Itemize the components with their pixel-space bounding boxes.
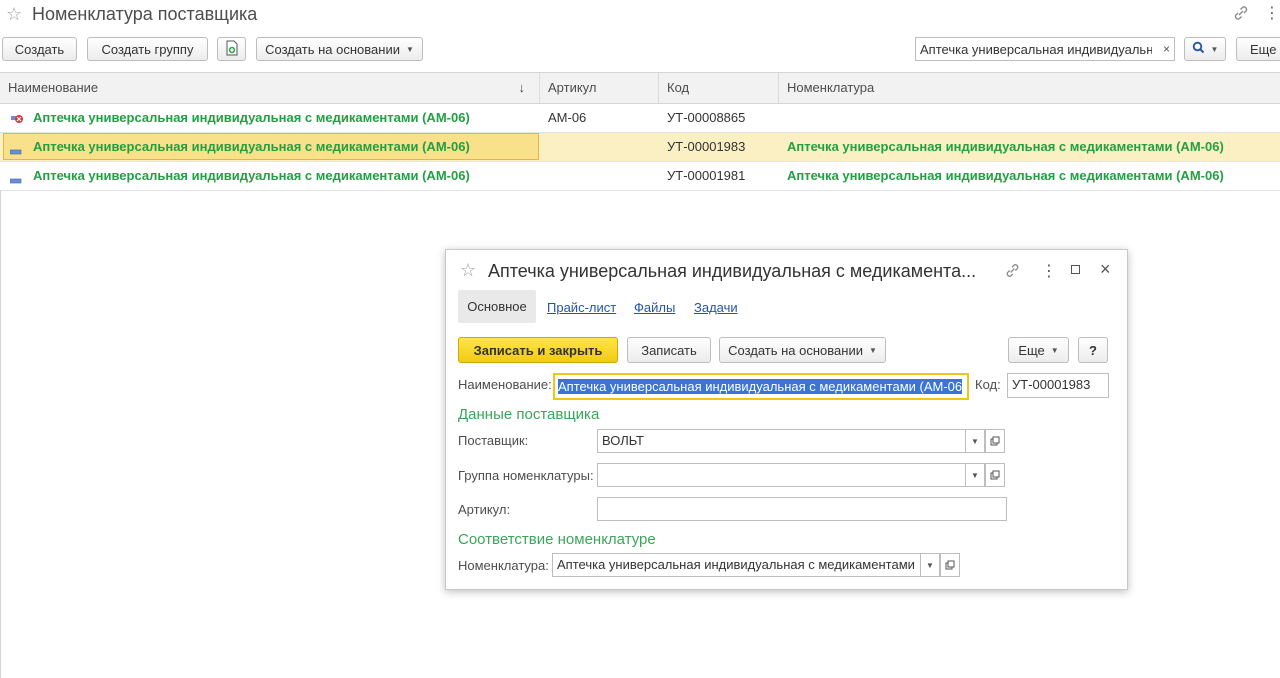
more-button[interactable]: Еще ▼ <box>1008 337 1069 363</box>
sort-arrow-icon: ↓ <box>518 80 526 95</box>
code-input[interactable]: УТ-00001983 <box>1007 373 1109 398</box>
row-code-cell: УТ-00001981 <box>667 168 746 183</box>
chevron-down-icon: ▼ <box>1210 44 1219 54</box>
row-article-cell <box>540 133 659 161</box>
create-based-on-button[interactable]: Создать на основании ▼ <box>256 37 423 61</box>
row-name-cell: Аптечка универсальная индивидуальная с м… <box>33 139 470 154</box>
row-article-cell: АМ-06 <box>548 110 587 125</box>
row-nomenclature-cell: Аптечка универсальная индивидуальная с м… <box>787 168 1224 183</box>
column-header-code[interactable]: Код <box>659 73 779 103</box>
group-input[interactable] <box>597 463 967 487</box>
table-header: Наименование ↓ Артикул Код Номенклатура <box>0 72 1280 104</box>
create-based-on-button[interactable]: Создать на основании ▼ <box>719 337 886 363</box>
maximize-icon[interactable] <box>1071 265 1080 274</box>
row-article-cell <box>540 162 659 190</box>
green-doc-icon <box>225 40 239 59</box>
supplier-open-icon[interactable] <box>985 429 1005 453</box>
article-input[interactable] <box>597 497 1007 521</box>
column-header-nomenclature[interactable]: Номенклатура <box>779 73 1280 103</box>
favorite-star-icon[interactable]: ☆ <box>460 260 476 281</box>
row-nomenclature-cell: Аптечка универсальная индивидуальная с м… <box>787 139 1224 154</box>
item-icon <box>9 172 22 187</box>
create-group-button[interactable]: Создать группу <box>87 37 208 61</box>
create-button[interactable]: Создать <box>2 37 77 61</box>
link-icon[interactable] <box>1004 262 1021 282</box>
help-button[interactable]: ? <box>1078 337 1108 363</box>
nomenclature-label: Номенклатура: <box>458 558 549 573</box>
item-form-dialog: ☆ Аптечка универсальная индивидуальная с… <box>445 249 1128 590</box>
more-label: Еще <box>1018 342 1045 358</box>
table-row[interactable]: Аптечка универсальная индивидуальная с м… <box>0 162 1280 191</box>
deleted-item-icon <box>10 112 24 127</box>
tab-main[interactable]: Основное <box>458 290 536 323</box>
search-button[interactable]: ▼ <box>1184 37 1226 61</box>
article-label: Артикул: <box>458 502 511 517</box>
nomenclature-dropdown-icon[interactable]: ▼ <box>920 553 940 577</box>
favorite-star-icon[interactable]: ☆ <box>6 4 22 25</box>
add-from-file-button[interactable] <box>217 37 246 61</box>
table-row[interactable]: Аптечка универсальная индивидуальная с м… <box>0 104 1280 133</box>
row-nomenclature-cell <box>779 104 1280 132</box>
column-header-article[interactable]: Артикул <box>540 73 659 103</box>
magnifier-icon <box>1192 41 1205 57</box>
close-icon[interactable]: × <box>1100 259 1111 280</box>
chevron-down-icon: ▼ <box>868 345 877 355</box>
search-input[interactable] <box>920 41 1152 57</box>
nomenclature-open-icon[interactable] <box>940 553 960 577</box>
clear-search-icon[interactable]: × <box>1163 42 1170 56</box>
name-input[interactable]: Аптечка универсальная индивидуальная с м… <box>553 373 969 400</box>
group-open-icon[interactable] <box>985 463 1005 487</box>
item-icon <box>9 143 22 158</box>
save-button[interactable]: Записать <box>627 337 711 363</box>
tab-files[interactable]: Файлы <box>634 300 675 315</box>
tab-tasks[interactable]: Задачи <box>694 300 738 315</box>
save-and-close-button[interactable]: Записать и закрыть <box>458 337 618 363</box>
supplier-dropdown-icon[interactable]: ▼ <box>965 429 985 453</box>
more-menu-icon[interactable]: ⋮ <box>1264 3 1280 23</box>
group-label: Группа номенклатуры: <box>458 468 594 483</box>
page-title: Номенклатура поставщика <box>32 4 258 24</box>
chevron-down-icon: ▼ <box>405 44 414 54</box>
nomenclature-input[interactable]: Аптечка универсальная индивидуальная с м… <box>552 553 922 577</box>
group-dropdown-icon[interactable]: ▼ <box>965 463 985 487</box>
table-row-selected[interactable]: Аптечка универсальная индивидуальная с м… <box>0 133 1280 162</box>
row-name-cell: Аптечка универсальная индивидуальная с м… <box>33 168 470 183</box>
code-label: Код: <box>975 377 1001 392</box>
tab-price-list[interactable]: Прайс-лист <box>547 300 616 315</box>
left-border <box>0 190 1 678</box>
chevron-down-icon: ▼ <box>1050 345 1059 355</box>
supplier-input[interactable]: ВОЛЬТ <box>597 429 967 453</box>
match-section-title: Соответствие номенклатуре <box>458 531 656 548</box>
row-code-cell: УТ-00008865 <box>667 110 746 125</box>
row-name-cell: Аптечка универсальная индивидуальная с м… <box>33 110 470 125</box>
column-name-label: Наименование <box>8 80 99 95</box>
link-icon[interactable] <box>1232 4 1250 27</box>
create-based-on-label: Создать на основании <box>728 342 863 358</box>
name-input-selected-text: Аптечка универсальная индивидуальная с м… <box>558 379 963 394</box>
more-button[interactable]: Еще <box>1236 37 1280 61</box>
search-field[interactable]: × <box>915 37 1175 61</box>
more-menu-icon[interactable]: ⋮ <box>1041 261 1057 281</box>
dialog-title: Аптечка универсальная индивидуальная с м… <box>488 261 977 281</box>
supplier-section-title: Данные поставщика <box>458 406 600 423</box>
column-header-name[interactable]: Наименование ↓ <box>0 73 540 103</box>
name-label: Наименование: <box>458 377 552 392</box>
create-based-on-label: Создать на основании <box>265 41 400 57</box>
row-code-cell: УТ-00001983 <box>667 139 746 154</box>
supplier-label: Поставщик: <box>458 433 529 448</box>
